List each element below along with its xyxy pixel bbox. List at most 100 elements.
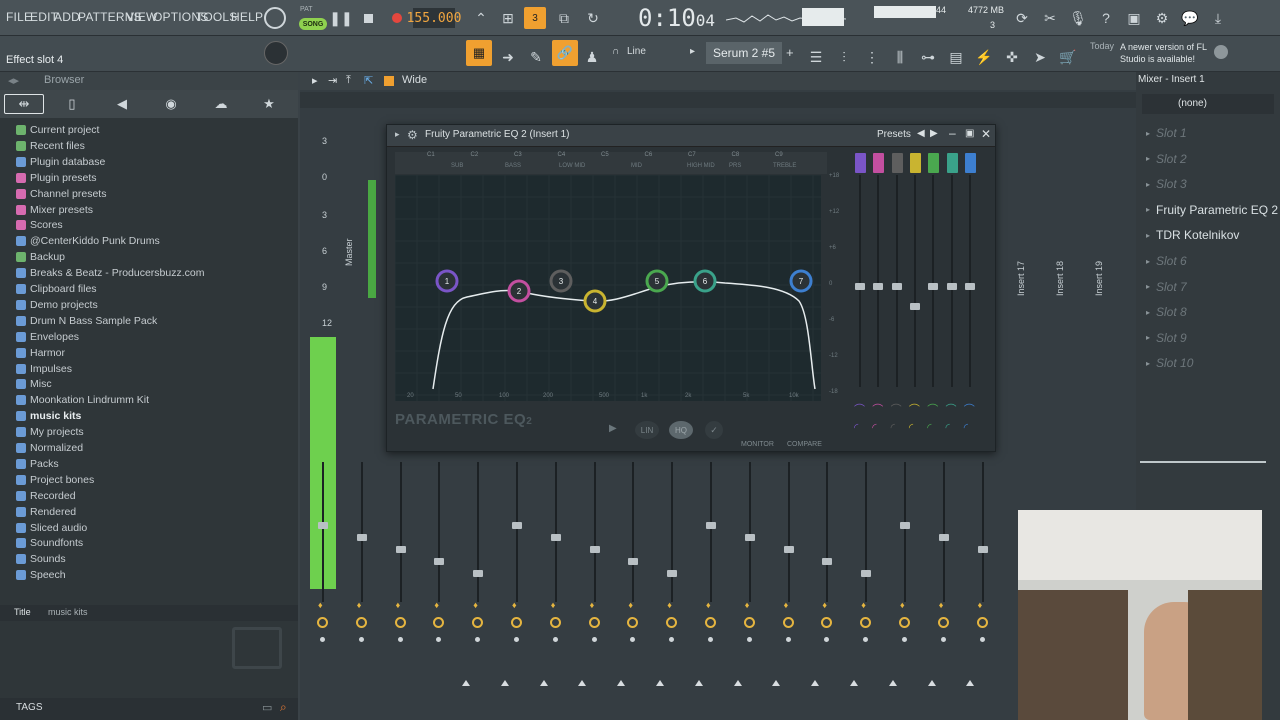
band-color-chip[interactable] — [928, 153, 940, 173]
slot-expand-icon[interactable]: ▸ — [1146, 231, 1150, 240]
step-sequencer-icon[interactable]: ⋮ — [861, 46, 883, 68]
browser-item[interactable]: Mixer presets — [16, 202, 93, 218]
band-slope-icon[interactable]: ◜ — [927, 421, 931, 434]
play-arrow-icon[interactable]: ▸ — [690, 46, 695, 57]
pan-knob[interactable] — [355, 617, 367, 628]
pan-knob[interactable] — [976, 617, 988, 628]
band-fader-track[interactable] — [859, 175, 861, 387]
pan-knob[interactable] — [937, 617, 949, 628]
mixer-fader-cap[interactable] — [822, 558, 833, 565]
band-shape-icon[interactable]: ⌒ — [927, 401, 938, 417]
mixer-fader-cap[interactable] — [977, 546, 988, 553]
band-color-chip[interactable] — [873, 153, 885, 173]
mixer-fader-cap[interactable] — [473, 570, 484, 577]
pan-knob[interactable] — [394, 617, 406, 628]
browser-item[interactable]: Speech — [16, 567, 66, 583]
route-icon[interactable]: ♦ — [939, 600, 944, 610]
mixer-fader-track[interactable] — [438, 462, 441, 602]
view-select[interactable]: Wide — [402, 74, 427, 86]
mixer-fader-cap[interactable] — [900, 522, 910, 529]
tag-folder-icon[interactable]: ▭ — [262, 701, 272, 714]
all-tab-icon[interactable]: ⇹ — [4, 94, 44, 114]
countdown-icon[interactable]: 3 — [524, 7, 546, 29]
slot-expand-icon[interactable]: ▸ — [1146, 359, 1150, 368]
send-arrow-icon[interactable] — [500, 680, 509, 686]
routing-icon[interactable]: ⊶ — [917, 46, 939, 68]
send-arrow-icon[interactable] — [811, 680, 820, 686]
band-fader-cap[interactable] — [928, 283, 939, 290]
browser-item[interactable]: Project bones — [16, 472, 94, 488]
magnet-icon[interactable]: ∩ — [612, 46, 619, 57]
browser-item[interactable]: Demo projects — [16, 297, 98, 313]
send-arrow-icon[interactable] — [462, 680, 470, 686]
playlist-icon[interactable]: ☰ — [805, 46, 827, 68]
eq-band-handle[interactable]: 1 — [435, 269, 459, 293]
mixer-fader-cap[interactable] — [550, 534, 561, 541]
send-arrow-icon[interactable] — [694, 680, 703, 686]
browser-item[interactable]: Recorded — [16, 488, 76, 504]
send-arrow-icon[interactable] — [888, 680, 897, 686]
mixer-fader-track[interactable] — [360, 462, 363, 602]
slot-expand-icon[interactable]: ▸ — [1146, 308, 1150, 317]
preset-prev-icon[interactable]: ◀ — [917, 128, 925, 139]
mute-dot[interactable] — [824, 637, 830, 642]
browser-item[interactable]: Envelopes — [16, 329, 79, 345]
eq-frequency-graph[interactable]: 1 2 3 4 5 6 7 20 50 100 200 500 1k 2k 5k 10k — [395, 175, 821, 401]
preset-next-icon[interactable]: ▶ — [930, 128, 938, 139]
send-arrow-icon[interactable] — [578, 680, 587, 686]
snap-select[interactable]: Line — [627, 46, 646, 57]
close-icon[interactable]: ✕ — [981, 127, 991, 141]
effect-slot[interactable]: ▸ Slot 10 — [1146, 356, 1193, 370]
browser-item[interactable]: Channel presets — [16, 186, 106, 202]
mixer-fader-track[interactable] — [632, 462, 635, 602]
tag-search-icon[interactable]: ⌕ — [280, 700, 287, 715]
mixer-fader-cap[interactable] — [783, 546, 794, 553]
band-fader-track[interactable] — [968, 175, 971, 387]
help-icon[interactable]: ? — [1095, 7, 1117, 29]
mixer-fader-track[interactable] — [671, 462, 674, 602]
mixer-fader-track[interactable] — [477, 462, 480, 602]
band-shape-icon[interactable]: ⌒ — [909, 401, 920, 417]
wrench-icon[interactable]: ✜ — [1001, 46, 1023, 68]
mixer-fader-cap[interactable] — [356, 534, 367, 541]
effect-slot[interactable]: ▸ Slot 2 — [1146, 152, 1187, 166]
band-fader-cap[interactable] — [873, 283, 884, 290]
pan-knob[interactable] — [743, 617, 755, 628]
route-icon[interactable]: ♦ — [551, 600, 556, 610]
menu-add[interactable]: ADD — [54, 10, 80, 24]
band-fader-cap[interactable] — [909, 303, 920, 310]
mute-dot[interactable] — [358, 637, 364, 642]
mixer-preset-select[interactable]: (none) — [1142, 94, 1274, 114]
mute-dot[interactable] — [669, 637, 675, 642]
route-icon[interactable]: ♦ — [434, 600, 439, 610]
mixer-fader-cap[interactable] — [667, 570, 678, 577]
mute-dot[interactable] — [552, 637, 558, 642]
menu-help[interactable]: HELP — [231, 10, 263, 24]
select-icon[interactable]: ⇱ — [364, 74, 373, 87]
browser-item[interactable]: Sounds — [16, 551, 66, 567]
pan-knob[interactable] — [433, 617, 445, 628]
effect-slot[interactable]: ▸ Slot 1 — [1146, 126, 1187, 140]
route-icon[interactable]: ♦ — [900, 600, 905, 610]
mixer-icon[interactable]: ⫼ — [889, 46, 911, 68]
pan-knob[interactable] — [899, 617, 910, 628]
channel-rack-icon[interactable]: ⫶ — [833, 46, 855, 68]
mute-dot[interactable] — [863, 637, 869, 642]
band-shape-icon[interactable]: ⌒ — [872, 401, 883, 417]
route-icon[interactable]: ♦ — [822, 600, 827, 610]
band-color-chip[interactable] — [909, 153, 921, 173]
route-icon[interactable]: ♦ — [357, 600, 362, 610]
maximize-icon[interactable]: ▣ — [965, 128, 974, 139]
pan-knob[interactable] — [821, 617, 833, 628]
mute-dot[interactable] — [397, 637, 403, 642]
tempo-display[interactable]: 155.000 — [407, 8, 461, 28]
mixer-fader-cap[interactable] — [434, 558, 445, 565]
mixer-fader-cap[interactable] — [628, 558, 639, 565]
band-slope-icon[interactable]: ◜ — [854, 421, 858, 434]
compare-label[interactable]: COMPARE — [787, 441, 822, 448]
mixer-fader-track[interactable] — [826, 462, 829, 602]
mixer-fader-track[interactable] — [710, 462, 712, 602]
browser-item[interactable]: Packs — [16, 456, 59, 472]
pencil-icon[interactable]: ✎ — [525, 46, 547, 68]
play-icon[interactable]: ▸ — [312, 74, 318, 87]
